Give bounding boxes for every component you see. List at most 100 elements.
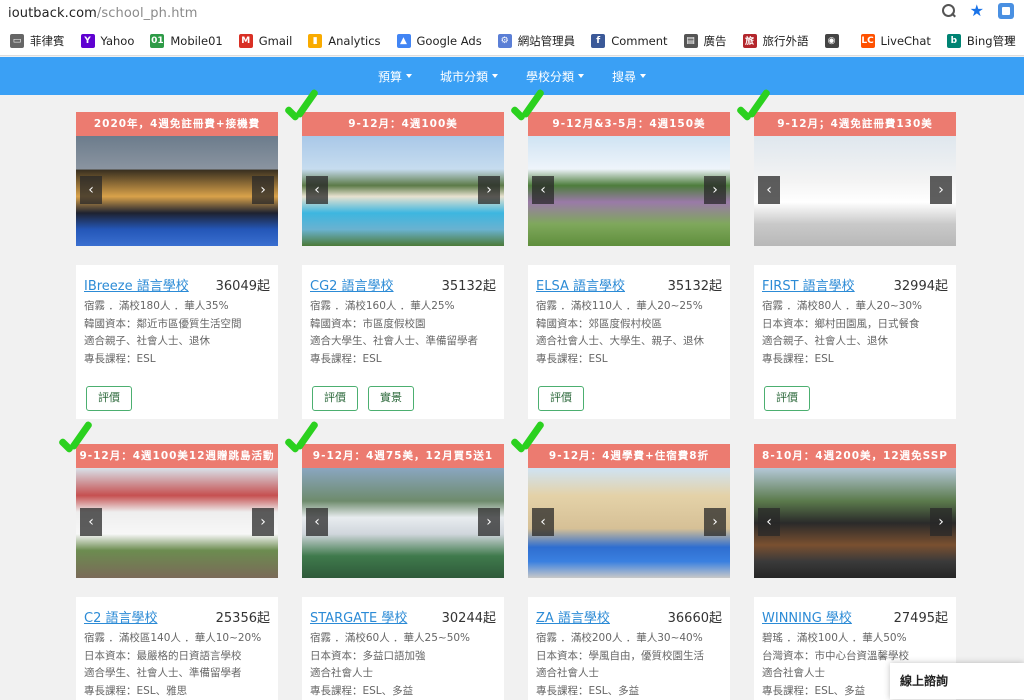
bookmark-label: Analytics xyxy=(328,34,380,48)
bookmark-folder[interactable]: ▭菲律賓 xyxy=(10,33,65,49)
bookmarks-overflow-button[interactable]: » xyxy=(1006,33,1014,48)
caret-down-icon xyxy=(578,74,584,78)
bing-icon: b xyxy=(947,34,961,48)
carousel-prev-icon[interactable]: ‹ xyxy=(532,176,554,204)
carousel-prev-icon[interactable]: ‹ xyxy=(306,176,328,204)
carousel-prev-icon[interactable]: ‹ xyxy=(532,508,554,536)
carousel-prev-icon[interactable]: ‹ xyxy=(758,176,780,204)
school-price: 35132起 xyxy=(668,275,722,294)
bookmark-yahoo[interactable]: Y Yahoo xyxy=(81,34,135,48)
school-price: 36660起 xyxy=(668,607,722,626)
title-row: CG2 語言學校35132起 xyxy=(310,275,496,294)
bookmark-globe[interactable]: ◉ xyxy=(825,34,845,48)
caret-down-icon xyxy=(406,74,412,78)
school-name-link[interactable]: FIRST 語言學校 xyxy=(762,275,855,294)
bookmark-gmail[interactable]: MGmail xyxy=(239,34,293,48)
school-name-link[interactable]: STARGATE 學校 xyxy=(310,607,407,626)
school-detail-line: 專長課程：ESL xyxy=(536,351,722,369)
bookmark-label: Yahoo xyxy=(101,34,135,48)
school-photo-carousel: ‹› xyxy=(528,468,730,578)
bookmark-label: Gmail xyxy=(259,34,293,48)
nav-label: 搜尋 xyxy=(612,68,636,85)
card-spacer xyxy=(528,246,730,265)
card-spacer xyxy=(302,578,504,597)
school-detail-line: 適合學生、社會人士、準備留學者 xyxy=(84,665,270,683)
school-name-link[interactable]: CG2 語言學校 xyxy=(310,275,394,294)
url-path: /school_ph.htm xyxy=(97,6,198,21)
bookmark-travel[interactable]: 旅旅行外語 xyxy=(743,33,809,49)
nav-dropdown-0[interactable]: 預算 xyxy=(378,68,412,85)
bookmark-google-ads[interactable]: ▲Google Ads xyxy=(397,34,482,48)
title-row: IBreeze 語言學校 36049起 xyxy=(84,275,270,294)
nav-dropdown-1[interactable]: 城市分類 xyxy=(440,68,498,85)
carousel-prev-icon[interactable]: ‹ xyxy=(80,508,102,536)
carousel-next-icon[interactable]: › xyxy=(704,508,726,536)
carousel-prev-icon[interactable]: ‹ xyxy=(80,176,102,204)
bookmark-analytics[interactable]: ▮Analytics xyxy=(308,34,380,48)
carousel-next-icon[interactable]: › xyxy=(252,176,274,204)
promo-banner: 9-12月：4週75美，12月買5送1 xyxy=(302,444,504,468)
nav-dropdown-2[interactable]: 學校分類 xyxy=(526,68,584,85)
facebook-icon: f xyxy=(591,34,605,48)
title-row: ZA 語言學校 36660起 xyxy=(536,607,722,626)
school-detail-line: 適合親子、社會人士、退休 xyxy=(84,333,270,351)
url-text[interactable]: ioutback.com/school_ph.htm xyxy=(8,6,198,21)
yahoo-icon: Y xyxy=(81,34,95,48)
carousel-next-icon[interactable]: › xyxy=(252,508,274,536)
carousel-next-icon[interactable]: › xyxy=(478,508,500,536)
zoom-icon[interactable] xyxy=(942,4,956,18)
school-info: STARGATE 學校30244起宿霧 ．滿校60人 ．華人25~50%日本資本… xyxy=(302,597,504,700)
bookmark-webmaster[interactable]: ⚙網站管理員 xyxy=(498,33,576,49)
address-bar[interactable]: ioutback.com/school_ph.htm ★ xyxy=(0,0,1024,26)
globe-icon: ◉ xyxy=(825,34,839,48)
bookmark-label: Google Ads xyxy=(417,34,482,48)
school-name-link[interactable]: ELSA 語言學校 xyxy=(536,275,625,294)
bookmark-mobile01[interactable]: 01Mobile01 xyxy=(150,34,222,48)
school-card: 9-12月：4週100美 ‹ › CG2 語言學校35132起宿霧 ．滿校160人 ．… xyxy=(302,112,504,419)
school-name-link[interactable]: IBreeze 語言學校 xyxy=(84,275,189,294)
ad-icon: ▤ xyxy=(684,34,698,48)
checkmark-icon xyxy=(280,418,320,462)
photos-button[interactable]: 實景 xyxy=(368,386,414,411)
review-button[interactable]: 評價 xyxy=(764,386,810,411)
carousel-next-icon[interactable]: › xyxy=(704,176,726,204)
school-price: 30244起 xyxy=(442,607,496,626)
promo-banner: 9-12月；4週免註冊費130美 xyxy=(754,112,956,136)
school-name-link[interactable]: WINNING 學校 xyxy=(762,607,852,626)
bookmark-ad[interactable]: ▤廣告 xyxy=(684,33,727,49)
nav-dropdown-3[interactable]: 搜尋 xyxy=(612,68,646,85)
bookmark-star-icon[interactable]: ★ xyxy=(970,3,984,19)
carousel-next-icon[interactable]: › xyxy=(930,176,952,204)
review-button[interactable]: 評價 xyxy=(312,386,358,411)
bookmark-livechat[interactable]: LCLiveChat xyxy=(861,34,931,48)
bookmark-facebook[interactable]: fComment xyxy=(591,34,667,48)
card-spacer xyxy=(754,246,956,265)
promo-banner: 9-12月：4週學費+住宿費8折 xyxy=(528,444,730,468)
carousel-prev-icon[interactable]: ‹ xyxy=(758,508,780,536)
school-info: CG2 語言學校35132起宿霧 ．滿校160人 ．華人25%韓國資本：市區度假… xyxy=(302,265,504,419)
card-spacer xyxy=(76,246,278,265)
school-detail-line: 適合大學生、社會人士、準備留學者 xyxy=(310,333,496,351)
title-row: WINNING 學校27495起 xyxy=(762,607,948,626)
promo-banner: 9-12月：4週100美 xyxy=(302,112,504,136)
caret-down-icon xyxy=(640,74,646,78)
school-detail-line: 碧瑤 ．滿校100人 ．華人50% xyxy=(762,630,948,648)
school-name-link[interactable]: C2 語言學校 xyxy=(84,607,157,626)
carousel-next-icon[interactable]: › xyxy=(930,508,952,536)
carousel-next-icon[interactable]: › xyxy=(478,176,500,204)
promo-banner: 9-12月：4週100美12週贈跳島活動 xyxy=(76,444,278,468)
checkmark-icon xyxy=(506,86,546,130)
school-detail-line: 專長課程：ESL xyxy=(310,351,496,369)
school-card: 8-10月：4週200美，12週免SSP ‹ › WINNING 學校27495起碧瑤… xyxy=(754,444,956,700)
carousel-prev-icon[interactable]: ‹ xyxy=(306,508,328,536)
school-detail-line: 專長課程：ESL、多益 xyxy=(536,683,722,700)
review-button[interactable]: 評價 xyxy=(538,386,584,411)
promo-banner: 8-10月：4週200美，12週免SSP xyxy=(754,444,956,468)
review-button[interactable]: 評價 xyxy=(86,386,132,411)
school-name-link[interactable]: ZA 語言學校 xyxy=(536,607,610,626)
school-price: 32994起 xyxy=(894,275,948,294)
online-consult-button[interactable]: 線上諮詢 xyxy=(890,663,1024,699)
school-price: 36049起 xyxy=(216,275,270,294)
extension-icon[interactable] xyxy=(998,3,1014,19)
school-detail-line: 適合社會人士 xyxy=(310,665,496,683)
